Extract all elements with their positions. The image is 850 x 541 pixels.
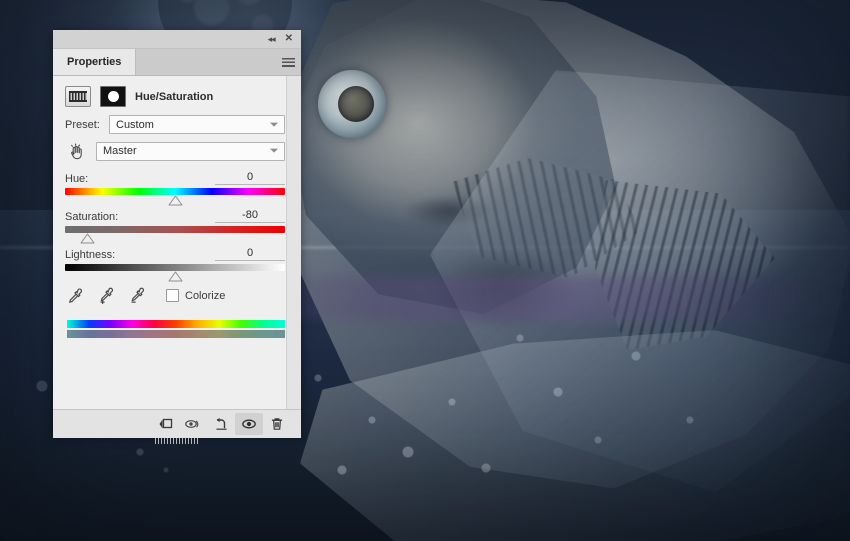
chevron-down-icon (270, 149, 278, 153)
lightness-value-field[interactable]: 0 (215, 247, 285, 261)
panel-footer (53, 409, 301, 438)
delete-adjustment-layer-button[interactable] (263, 413, 291, 435)
preset-value: Custom (116, 119, 154, 131)
on-image-adjustment-hand-icon[interactable] (65, 141, 87, 161)
saturation-slider-track[interactable] (65, 226, 285, 233)
collapse-to-icons-icon[interactable]: ◂◂ (268, 35, 275, 44)
clip-to-layer-button[interactable] (151, 413, 179, 435)
panel-resize-grip[interactable] (155, 438, 199, 444)
panel-scrollbar[interactable] (286, 76, 301, 409)
panel-tabbar: Properties (53, 49, 301, 76)
lightness-label: Lightness: (65, 249, 115, 261)
hue-saturation-adjustment-icon (65, 86, 91, 107)
saturation-value-field[interactable]: -80 (215, 209, 285, 223)
tab-properties-label: Properties (67, 56, 121, 68)
eyedropper-subtract-icon[interactable] (129, 287, 146, 304)
chevron-down-icon (270, 122, 278, 126)
close-icon[interactable]: ✕ (285, 34, 293, 44)
properties-panel[interactable]: ◂◂ ✕ Properties Hue/Saturation Preset: (53, 30, 301, 435)
preset-select[interactable]: Custom (109, 115, 285, 134)
channel-row: Master (53, 141, 301, 161)
colorize-checkbox[interactable]: Colorize (166, 289, 225, 302)
spectrum-bar-top[interactable] (67, 320, 285, 328)
hamburger-menu-icon (282, 58, 295, 67)
saturation-slider-block: Saturation: -80 (53, 209, 301, 233)
color-spectrum-bars (53, 304, 301, 338)
view-previous-state-button[interactable] (179, 413, 207, 435)
adjustment-header: Hue/Saturation (53, 76, 301, 115)
spectrum-bar-bottom[interactable] (67, 330, 285, 338)
tab-properties[interactable]: Properties (53, 49, 136, 75)
toggle-layer-visibility-button[interactable] (235, 413, 263, 435)
saturation-label: Saturation: (65, 211, 118, 223)
lightness-slider-block: Lightness: 0 (53, 247, 301, 271)
hue-slider-thumb[interactable] (168, 195, 183, 206)
hue-slider-track[interactable] (65, 188, 285, 195)
reset-adjustment-button[interactable] (207, 413, 235, 435)
channel-select[interactable]: Master (96, 142, 285, 161)
lightness-slider-thumb[interactable] (168, 271, 183, 282)
hue-value-field[interactable]: 0 (215, 171, 285, 185)
tabbar-filler (136, 49, 275, 75)
eyedropper-sample-icon[interactable] (67, 287, 84, 304)
preset-label: Preset: (65, 119, 109, 131)
panel-titlebar: ◂◂ ✕ (53, 30, 301, 49)
adjustment-title: Hue/Saturation (135, 91, 213, 103)
eyedropper-add-icon[interactable] (98, 287, 115, 304)
preset-row: Preset: Custom (53, 115, 301, 134)
channel-value: Master (103, 145, 137, 157)
colorize-checkbox-box[interactable] (166, 289, 179, 302)
layer-mask-thumbnail[interactable] (100, 86, 126, 107)
hue-slider-block: Hue: 0 (53, 171, 301, 195)
screen: ◂◂ ✕ Properties Hue/Saturation Preset: (0, 0, 850, 541)
hue-label: Hue: (65, 173, 88, 185)
panel-menu-button[interactable] (275, 49, 301, 75)
colorize-label: Colorize (185, 290, 225, 302)
saturation-slider-thumb[interactable] (80, 233, 95, 244)
lightness-slider-track[interactable] (65, 264, 285, 271)
panel-body: Hue/Saturation Preset: Custom (53, 76, 301, 409)
